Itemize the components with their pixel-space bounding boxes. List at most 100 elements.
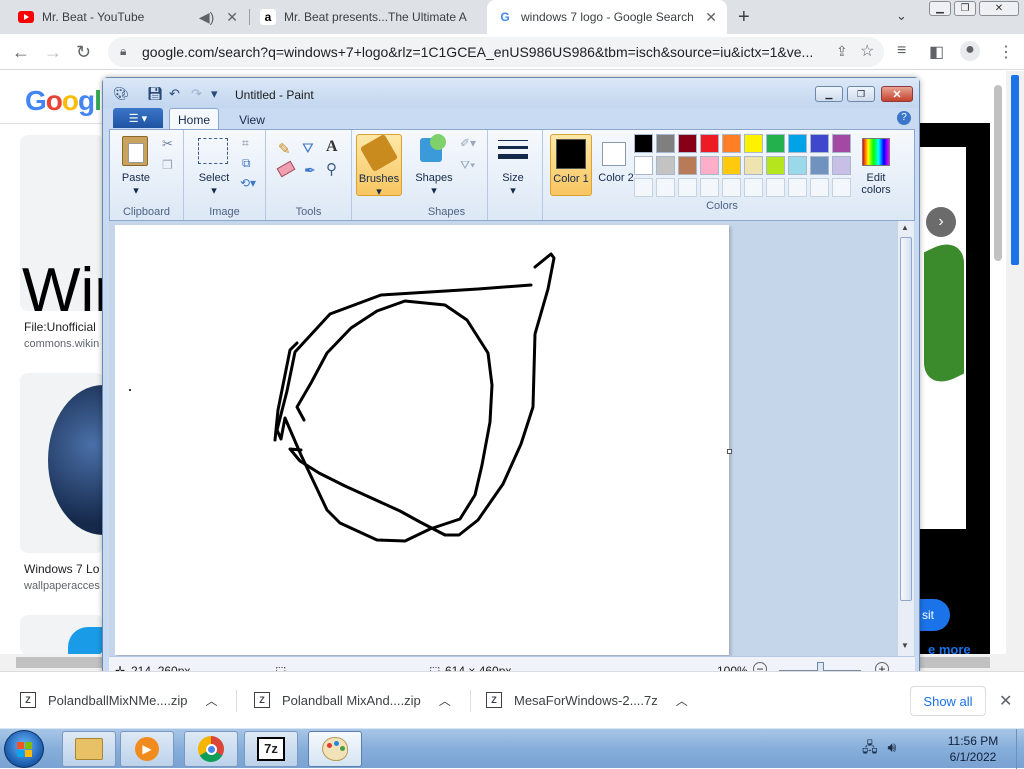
palette-swatch[interactable] (788, 156, 807, 175)
outline-icon[interactable]: ✐▾ (460, 136, 476, 150)
cut-icon[interactable]: ✂ (162, 136, 173, 152)
customize-toolbar-icon[interactable]: ▾ (211, 86, 218, 102)
palette-swatch[interactable] (810, 156, 829, 175)
palette-swatch[interactable] (832, 134, 851, 153)
paint-restore-button[interactable]: ❐ (847, 86, 875, 102)
empty-swatch[interactable] (700, 178, 719, 197)
save-icon[interactable]: 💾︎ (147, 86, 164, 102)
help-icon[interactable]: ? (897, 111, 911, 125)
paint-app-icon[interactable]: 🎨︎ (113, 86, 130, 102)
empty-swatch[interactable] (832, 178, 851, 197)
eraser-icon[interactable] (276, 160, 296, 178)
palette-swatch[interactable] (634, 156, 653, 175)
chevron-down-icon[interactable]: ▾ (206, 184, 222, 197)
redo-icon[interactable]: ↷ (191, 86, 202, 102)
empty-swatch[interactable] (634, 178, 653, 197)
scrollbar-thumb[interactable] (900, 237, 912, 601)
result-source[interactable]: wallpaperacces (24, 580, 100, 592)
page-scrollbar[interactable] (990, 71, 1006, 654)
shapes-button[interactable]: Shapes (410, 172, 458, 184)
palette-swatch[interactable] (810, 134, 829, 153)
tab-amazon[interactable]: a Mr. Beat presents...The Ultimate A (250, 0, 486, 34)
chevron-up-icon[interactable]: ︿ (439, 692, 451, 709)
media-player-taskbar-button[interactable]: ▶ (120, 731, 174, 767)
chevron-up-icon[interactable]: ︿ (676, 692, 688, 709)
minimize-button[interactable]: ▁ (929, 1, 951, 16)
kebab-menu-icon[interactable]: ⋮ (998, 42, 1014, 62)
empty-swatch[interactable] (788, 178, 807, 197)
network-icon[interactable]: 🖧︎ (862, 739, 878, 755)
palette-swatch[interactable] (766, 134, 785, 153)
clock[interactable]: 11:56 PM 6/1/2022 (934, 733, 1012, 765)
select-icon[interactable] (198, 138, 228, 164)
palette-swatch[interactable] (766, 156, 785, 175)
scrollbar-thumb[interactable] (994, 85, 1002, 261)
palette-swatch[interactable] (700, 156, 719, 175)
result-source[interactable]: commons.wikin (24, 338, 99, 350)
palette-swatch[interactable] (722, 134, 741, 153)
paint-close-button[interactable]: ✕ (881, 86, 913, 102)
download-item[interactable]: Z Polandball MixAnd....zip ︿ (254, 686, 451, 714)
tab-home[interactable]: Home (169, 108, 219, 130)
paint-minimize-button[interactable]: ▁ (815, 86, 843, 102)
empty-swatch[interactable] (722, 178, 741, 197)
magnifier-icon[interactable]: ⚲ (326, 160, 337, 178)
image-result-3[interactable] (20, 615, 104, 654)
palette-swatch[interactable] (656, 134, 675, 153)
chrome-taskbar-button[interactable] (184, 731, 238, 767)
volume-icon[interactable]: 🔊︎ (888, 739, 897, 755)
empty-swatch[interactable] (656, 178, 675, 197)
drawing-canvas[interactable] (115, 225, 732, 655)
tab-view[interactable]: View (227, 110, 277, 130)
profile-avatar-icon[interactable]: ● (960, 41, 980, 61)
result-title[interactable]: File:Unofficial (24, 320, 96, 334)
text-tool-icon[interactable]: A (326, 138, 338, 156)
address-bar[interactable]: 🔒︎ google.com/search?q=windows+7+logo&rl… (108, 37, 884, 67)
lock-icon[interactable]: 🔒︎ (120, 44, 126, 59)
speaker-icon[interactable]: ◀) (199, 9, 214, 26)
color2-button[interactable]: Color 2 (596, 134, 636, 196)
palette-swatch[interactable] (700, 134, 719, 153)
show-all-button[interactable]: Show all (910, 686, 986, 716)
window-scrollbar[interactable] (1006, 71, 1024, 654)
palette-swatch[interactable] (722, 156, 741, 175)
side-panel-icon[interactable]: ◧ (929, 42, 944, 62)
window-close-button[interactable]: ✕ (979, 1, 1019, 16)
palette-swatch[interactable] (744, 156, 763, 175)
select-button[interactable]: Select (190, 172, 238, 184)
fill-icon[interactable]: ⛛▾ (460, 158, 475, 173)
show-desktop-button[interactable] (1016, 729, 1024, 769)
resize-icon[interactable]: ⧉ (242, 156, 251, 171)
close-icon[interactable]: ✕ (705, 9, 717, 26)
close-icon[interactable]: ✕ (226, 9, 238, 26)
paint-title-bar[interactable]: 🎨︎ 💾︎ ↶ ↷ ▾ Untitled - Paint ▁ ❐ ✕ (103, 78, 919, 108)
forward-arrow-icon[interactable]: → (44, 42, 62, 63)
empty-swatch[interactable] (810, 178, 829, 197)
palette-swatch[interactable] (678, 134, 697, 153)
copy-icon[interactable]: ❐ (162, 158, 173, 172)
pencil-icon[interactable]: ✎ (278, 140, 291, 158)
palette-swatch[interactable] (832, 156, 851, 175)
fill-bucket-icon[interactable]: ⛛ (302, 140, 314, 157)
shapes-icon[interactable] (420, 134, 446, 162)
explorer-taskbar-button[interactable] (62, 731, 116, 767)
chevron-up-icon[interactable]: ︿ (205, 692, 217, 709)
new-tab-plus-icon[interactable]: + (738, 6, 750, 29)
result-title[interactable]: Windows 7 Lo (24, 562, 99, 576)
palette-swatch[interactable] (634, 134, 653, 153)
url-text[interactable]: google.com/search?q=windows+7+logo&rlz=1… (142, 44, 832, 60)
paste-icon[interactable] (122, 136, 148, 166)
see-more-link[interactable]: e more (928, 642, 971, 657)
edit-colors-button[interactable]: Edit colors (854, 134, 898, 196)
tab-youtube[interactable]: Mr. Beat - YouTube ◀) ✕ (8, 0, 248, 34)
close-icon[interactable]: ✕ (999, 691, 1012, 711)
start-button[interactable] (4, 730, 44, 768)
visit-button[interactable]: sit (918, 599, 950, 631)
7zip-taskbar-button[interactable]: 7z (244, 731, 298, 767)
download-item[interactable]: Z PolandballMixNMe....zip ︿ (20, 686, 217, 714)
restore-button[interactable]: ❐ (954, 1, 976, 16)
chevron-down-icon[interactable]: ▾ (426, 184, 442, 197)
palette-swatch[interactable] (788, 134, 807, 153)
color-picker-icon[interactable]: ✒ (304, 162, 316, 179)
empty-swatch[interactable] (744, 178, 763, 197)
